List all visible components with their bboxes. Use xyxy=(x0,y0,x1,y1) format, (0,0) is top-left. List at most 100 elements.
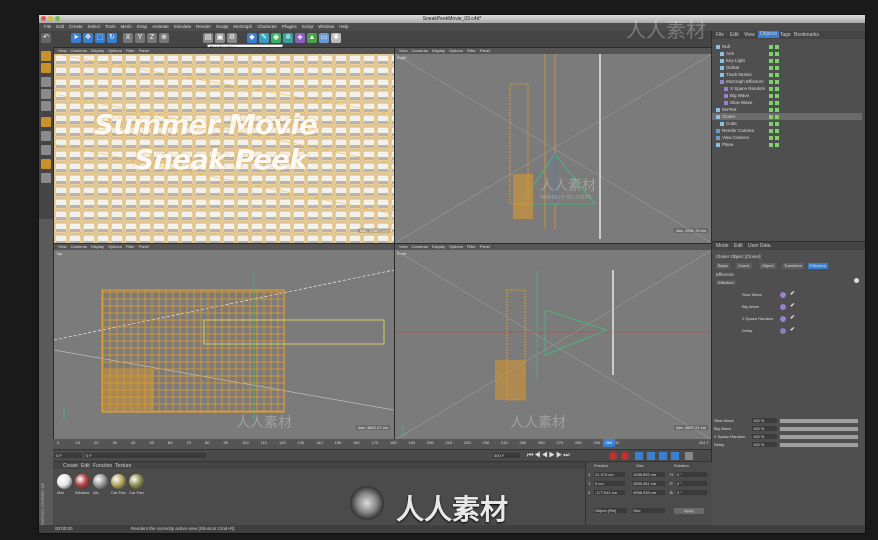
visibility-check-icon[interactable] xyxy=(769,100,773,105)
om-tab-bookmarks[interactable]: Bookmarks xyxy=(794,32,819,38)
current-frame-marker[interactable]: 284 xyxy=(603,439,615,447)
effector-link-icon[interactable] xyxy=(854,278,859,283)
enable-check-icon[interactable] xyxy=(775,114,779,119)
menu-select[interactable]: Select xyxy=(88,23,101,31)
visibility-check-icon[interactable] xyxy=(769,72,773,77)
material-swatch[interactable] xyxy=(93,474,108,489)
visibility-check-icon[interactable] xyxy=(769,128,773,133)
effector-name[interactable]: X Space Random xyxy=(742,316,773,321)
attr-menu-edit[interactable]: Edit xyxy=(734,243,743,249)
effector-enabled-check-icon[interactable]: ✔ xyxy=(790,326,795,333)
timeline-ruler[interactable]: 0 10 20 30 40 50 60 70 80 90 100 110 120 130 140 150 160… xyxy=(53,439,711,449)
object-row[interactable]: Global xyxy=(712,64,862,71)
strength-slider[interactable] xyxy=(780,435,858,439)
strength-value-field[interactable]: 100 % xyxy=(752,418,777,423)
om-tab-tags[interactable]: Tags xyxy=(780,32,791,38)
mat-menu-edit[interactable]: Edit xyxy=(81,463,90,469)
lock-icon[interactable] xyxy=(41,173,51,183)
visibility-check-icon[interactable] xyxy=(769,142,773,147)
snap-icon[interactable] xyxy=(41,145,51,155)
object-row[interactable]: Arm xyxy=(712,50,862,57)
playback-controls[interactable]: ⏮◀◀▶▶⏭ xyxy=(527,452,571,460)
visibility-check-icon[interactable] xyxy=(769,93,773,98)
enable-check-icon[interactable] xyxy=(775,86,779,91)
strength-value-field[interactable]: 100 % xyxy=(752,434,777,439)
edges-mode-icon[interactable] xyxy=(41,89,51,99)
strength-slider[interactable] xyxy=(780,419,858,423)
keyframe-position-icon[interactable] xyxy=(635,452,643,460)
tweak-mode-icon[interactable] xyxy=(41,131,51,141)
visibility-check-icon[interactable] xyxy=(769,135,773,140)
strength-value-field[interactable]: 100 % xyxy=(752,426,777,431)
preview-range-field[interactable]: 0 F xyxy=(85,453,206,458)
menu-character[interactable]: Character xyxy=(257,23,277,31)
autokey-icon[interactable] xyxy=(621,452,629,460)
enable-check-icon[interactable] xyxy=(775,93,779,98)
effector-enabled-check-icon[interactable]: ✔ xyxy=(790,302,795,309)
rotation-field[interactable]: 0 ° xyxy=(676,481,707,486)
render-picture-icon[interactable]: ▣ xyxy=(215,33,225,43)
enable-check-icon[interactable] xyxy=(775,100,779,105)
rotation-field[interactable]: 0 ° xyxy=(676,472,707,477)
om-tab-view[interactable]: View xyxy=(744,32,755,38)
menu-snap[interactable]: Snap xyxy=(137,23,148,31)
material-swatch[interactable] xyxy=(111,474,126,489)
coordinate-system-icon[interactable]: ⊕ xyxy=(159,33,169,43)
tab-object[interactable]: Object xyxy=(760,263,776,269)
visibility-check-icon[interactable] xyxy=(769,114,773,119)
subdivision-icon[interactable]: ◉ xyxy=(271,33,281,43)
menu-render[interactable]: Render xyxy=(196,23,211,31)
size-field[interactable]: 1098.892 cm xyxy=(632,472,665,477)
axis-mode-icon[interactable] xyxy=(41,117,51,127)
visibility-check-icon[interactable] xyxy=(769,51,773,56)
visibility-check-icon[interactable] xyxy=(769,65,773,70)
effector-enabled-check-icon[interactable]: ✔ xyxy=(790,314,795,321)
polygons-mode-icon[interactable] xyxy=(41,101,51,111)
enable-check-icon[interactable] xyxy=(775,44,779,49)
enable-check-icon[interactable] xyxy=(775,58,779,63)
enable-check-icon[interactable] xyxy=(775,65,779,70)
apply-button[interactable]: Apply xyxy=(674,508,704,514)
scene-icon[interactable]: ▲ xyxy=(307,33,317,43)
points-mode-icon[interactable] xyxy=(41,77,51,87)
keyframe-parameter-icon[interactable] xyxy=(671,452,679,460)
attr-menu-mode[interactable]: Mode xyxy=(716,243,729,249)
effector-name[interactable]: Slow Wave xyxy=(742,292,762,297)
size-field[interactable]: 2899.451 cm xyxy=(632,481,665,486)
effector-name[interactable]: Delay xyxy=(742,328,752,333)
menu-create[interactable]: Create xyxy=(69,23,83,31)
object-row[interactable]: MoText xyxy=(712,106,862,113)
om-tab-file[interactable]: File xyxy=(716,32,724,38)
object-row[interactable]: Key Light xyxy=(712,57,862,64)
cube-icon[interactable]: ◆ xyxy=(247,33,257,43)
object-row[interactable]: View Camera xyxy=(712,134,862,141)
light-icon[interactable]: ✺ xyxy=(331,33,341,43)
menu-help[interactable]: Help xyxy=(339,23,348,31)
effector-name[interactable]: Big Wave xyxy=(742,304,759,309)
object-row[interactable]: Big Wave xyxy=(712,92,862,99)
tab-transform[interactable]: Transform xyxy=(782,263,805,269)
menu-edit[interactable]: Edit xyxy=(56,23,64,31)
enable-check-icon[interactable] xyxy=(775,107,779,112)
visibility-check-icon[interactable] xyxy=(769,107,773,112)
om-tab-edit[interactable]: Edit xyxy=(730,32,739,38)
y-axis-icon[interactable]: Y xyxy=(135,33,145,43)
z-axis-icon[interactable]: Z xyxy=(147,33,157,43)
mat-menu-texture[interactable]: Texture xyxy=(115,463,131,469)
object-row[interactable]: Cloner xyxy=(712,113,862,120)
visibility-check-icon[interactable] xyxy=(769,121,773,126)
record-icon[interactable] xyxy=(609,452,617,460)
menu-mograph[interactable]: MoGraph xyxy=(233,23,252,31)
menu-script[interactable]: Script xyxy=(302,23,314,31)
menu-simulate[interactable]: Simulate xyxy=(174,23,192,31)
start-frame-field[interactable]: 0 F xyxy=(55,453,82,458)
coordinate-mode-select[interactable]: Object (Rel) xyxy=(594,508,627,513)
render-view-icon[interactable]: ▤ xyxy=(203,33,213,43)
effector-enabled-check-icon[interactable]: ✔ xyxy=(790,290,795,297)
camera-icon[interactable]: ▭ xyxy=(319,33,329,43)
texture-mode-icon[interactable] xyxy=(41,63,51,73)
object-row[interactable]: Cube xyxy=(712,120,862,127)
strength-slider[interactable] xyxy=(780,443,858,447)
model-mode-icon[interactable] xyxy=(41,51,51,61)
deformer-icon[interactable]: ◈ xyxy=(295,33,305,43)
